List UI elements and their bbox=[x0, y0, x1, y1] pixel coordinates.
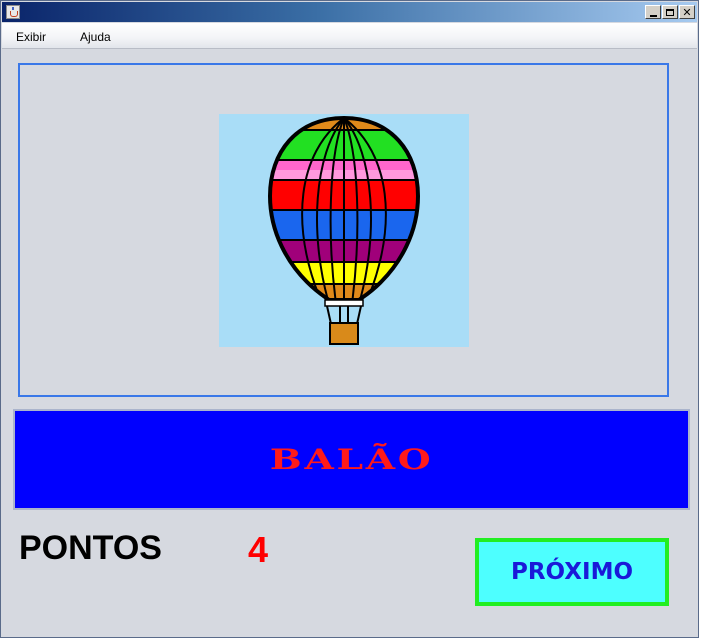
close-button[interactable]: ✕ bbox=[679, 5, 695, 19]
score-label: PONTOS bbox=[19, 529, 162, 567]
minimize-icon bbox=[649, 14, 657, 17]
picture-frame bbox=[219, 114, 469, 347]
next-button[interactable]: PRÓXIMO bbox=[475, 538, 669, 606]
java-cup-icon[interactable] bbox=[6, 5, 20, 19]
image-panel bbox=[18, 63, 669, 397]
menu-exibir[interactable]: Exibir bbox=[16, 30, 46, 44]
menu-bar: Exibir Ajuda bbox=[2, 23, 697, 49]
minimize-button[interactable] bbox=[645, 5, 661, 19]
word-panel: BALÃO bbox=[13, 409, 690, 510]
score-value: 4 bbox=[248, 529, 269, 570]
maximize-button[interactable] bbox=[662, 5, 678, 19]
hot-air-balloon-icon bbox=[267, 115, 421, 345]
menu-ajuda[interactable]: Ajuda bbox=[80, 30, 111, 44]
close-icon: ✕ bbox=[682, 5, 692, 19]
next-button-label: PRÓXIMO bbox=[510, 559, 634, 585]
maximize-icon bbox=[666, 8, 674, 16]
word-label: BALÃO bbox=[269, 443, 434, 476]
app-window: ✕ Exibir Ajuda BALÃO PONTOS 4 PRÓXIMO bbox=[0, 0, 699, 638]
title-bar[interactable]: ✕ bbox=[2, 2, 697, 22]
